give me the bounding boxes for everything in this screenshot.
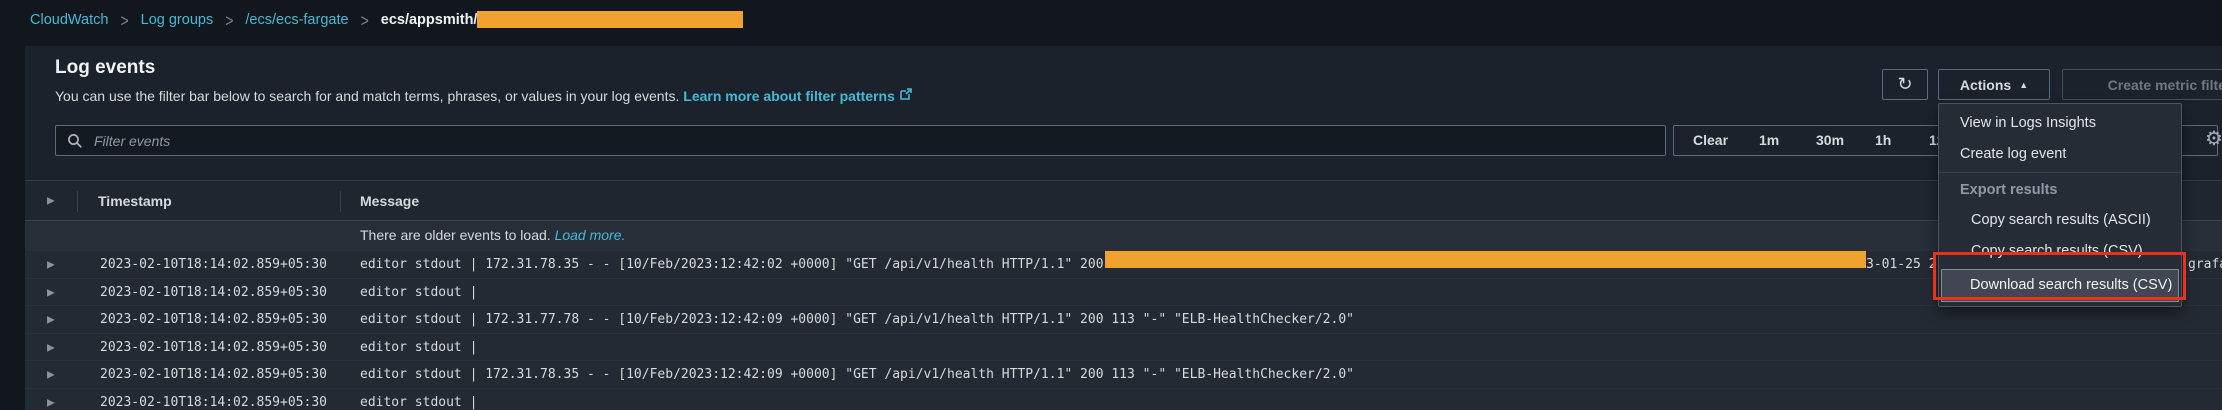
expand-row-icon[interactable]: ▶ (47, 370, 55, 381)
expand-row-icon[interactable]: ▶ (47, 288, 55, 299)
load-more-link[interactable]: Load more. (555, 227, 626, 243)
menu-divider (1939, 172, 2181, 173)
table-header: ▶ Timestamp Message (25, 180, 2222, 221)
refresh-icon: ↻ (1897, 74, 1912, 95)
redaction-block (477, 11, 743, 28)
breadcrumb-current: ecs/appsmith/ (381, 11, 744, 28)
table-row: ▶ 2023-02-10T18:14:02.859+05:30 editor s… (25, 250, 2222, 279)
expand-row-icon[interactable]: ▶ (47, 343, 55, 354)
older-events-notice: There are older events to load. (360, 227, 551, 243)
chevron-right-icon: > (120, 10, 128, 30)
row-timestamp: 2023-02-10T18:14:02.859+05:30 (100, 251, 327, 279)
expand-row-icon[interactable]: ▶ (47, 398, 55, 409)
table-row: ▶ 2023-02-10T18:14:02.859+05:30 editor s… (25, 333, 2222, 362)
log-rows: There are older events to load. Load mor… (25, 221, 2222, 410)
actions-button[interactable]: Actions ▲ (1938, 69, 2050, 100)
row-message: editor stdout | (360, 334, 477, 362)
row-message: editor stdout | (360, 279, 477, 307)
filter-events-input[interactable] (92, 132, 1654, 150)
time-clear-button[interactable]: Clear (1693, 126, 1728, 155)
menu-item-copy-search-results-ascii[interactable]: Copy search results (ASCII) (1939, 205, 2181, 236)
page-title: Log events (55, 57, 155, 79)
expand-row-icon[interactable]: ▶ (47, 315, 55, 326)
filter-events-box (55, 125, 1666, 156)
table-row: ▶ 2023-02-10T18:14:02.859+05:30 editor s… (25, 388, 2222, 410)
row-message: editor stdout | (360, 389, 477, 410)
row-timestamp: 2023-02-10T18:14:02.859+05:30 (100, 279, 327, 307)
row-timestamp: 2023-02-10T18:14:02.859+05:30 (100, 334, 327, 362)
redaction-block (1105, 251, 1866, 268)
row-message: editor stdout | 172.31.77.78 - - [10/Feb… (360, 306, 1354, 334)
table-row: ▶ 2023-02-10T18:14:02.859+05:30 editor s… (25, 305, 2222, 334)
learn-more-link[interactable]: Learn more about filter patterns (683, 88, 895, 104)
row-timestamp: 2023-02-10T18:14:02.859+05:30 (100, 389, 327, 410)
older-events-row: There are older events to load. Load mor… (25, 221, 2222, 250)
external-link-icon (899, 87, 913, 101)
search-icon (67, 133, 83, 149)
log-events-panel: Log events You can use the filter bar be… (25, 46, 2222, 410)
chevron-right-icon: > (361, 10, 369, 30)
row-timestamp: 2023-02-10T18:14:02.859+05:30 (100, 361, 327, 389)
menu-item-create-log-event[interactable]: Create log event (1939, 139, 2181, 170)
row-message: editor stdout | 172.31.78.35 - - [10/Feb… (360, 251, 1158, 279)
row-message-fragment: 3-01-25 21 (1866, 251, 1944, 279)
chevron-right-icon: > (225, 10, 233, 30)
table-row: ▶ 2023-02-10T18:14:02.859+05:30 editor s… (25, 360, 2222, 389)
row-message: editor stdout | 172.31.78.35 - - [10/Feb… (360, 361, 1354, 389)
create-metric-filter-button[interactable]: Create metric filter (2062, 69, 2222, 100)
breadcrumb-log-groups[interactable]: Log groups (141, 12, 214, 28)
menu-item-download-search-results-csv[interactable]: Download search results (CSV) (1941, 269, 2179, 302)
breadcrumb: CloudWatch > Log groups > /ecs/ecs-farga… (30, 11, 743, 28)
row-timestamp: 2023-02-10T18:14:02.859+05:30 (100, 306, 327, 334)
actions-dropdown-menu: View in Logs Insights Create log event E… (1938, 103, 2182, 307)
menu-section-export-results: Export results (1939, 175, 2181, 205)
cloudwatch-log-events-page: CloudWatch > Log groups > /ecs/ecs-farga… (0, 0, 2222, 410)
breadcrumb-log-group[interactable]: /ecs/ecs-fargate (245, 12, 348, 28)
page-description: You can use the filter bar below to sear… (55, 87, 913, 104)
table-row: ▶ 2023-02-10T18:14:02.859+05:30 editor s… (25, 278, 2222, 307)
menu-item-view-in-logs-insights[interactable]: View in Logs Insights (1939, 108, 2181, 139)
time-30m-button[interactable]: 30m (1816, 126, 1844, 155)
row-message-fragment: grafar (2188, 251, 2222, 279)
column-header-timestamp: Timestamp (98, 181, 172, 221)
refresh-button[interactable]: ↻ (1882, 69, 1928, 100)
menu-item-copy-search-results-csv[interactable]: Copy search results (CSV) (1939, 236, 2181, 267)
time-1h-button[interactable]: 1h (1875, 126, 1891, 155)
column-divider (77, 191, 78, 212)
expand-row-icon[interactable]: ▶ (47, 260, 55, 271)
expand-all-icon[interactable]: ▶ (47, 195, 55, 206)
column-header-message: Message (360, 181, 419, 221)
caret-up-icon: ▲ (2019, 80, 2028, 90)
time-1m-button[interactable]: 1m (1759, 126, 1779, 155)
breadcrumb-cloudwatch[interactable]: CloudWatch (30, 12, 108, 28)
column-divider (340, 191, 341, 212)
gear-icon[interactable]: ⚙ (2205, 126, 2222, 151)
